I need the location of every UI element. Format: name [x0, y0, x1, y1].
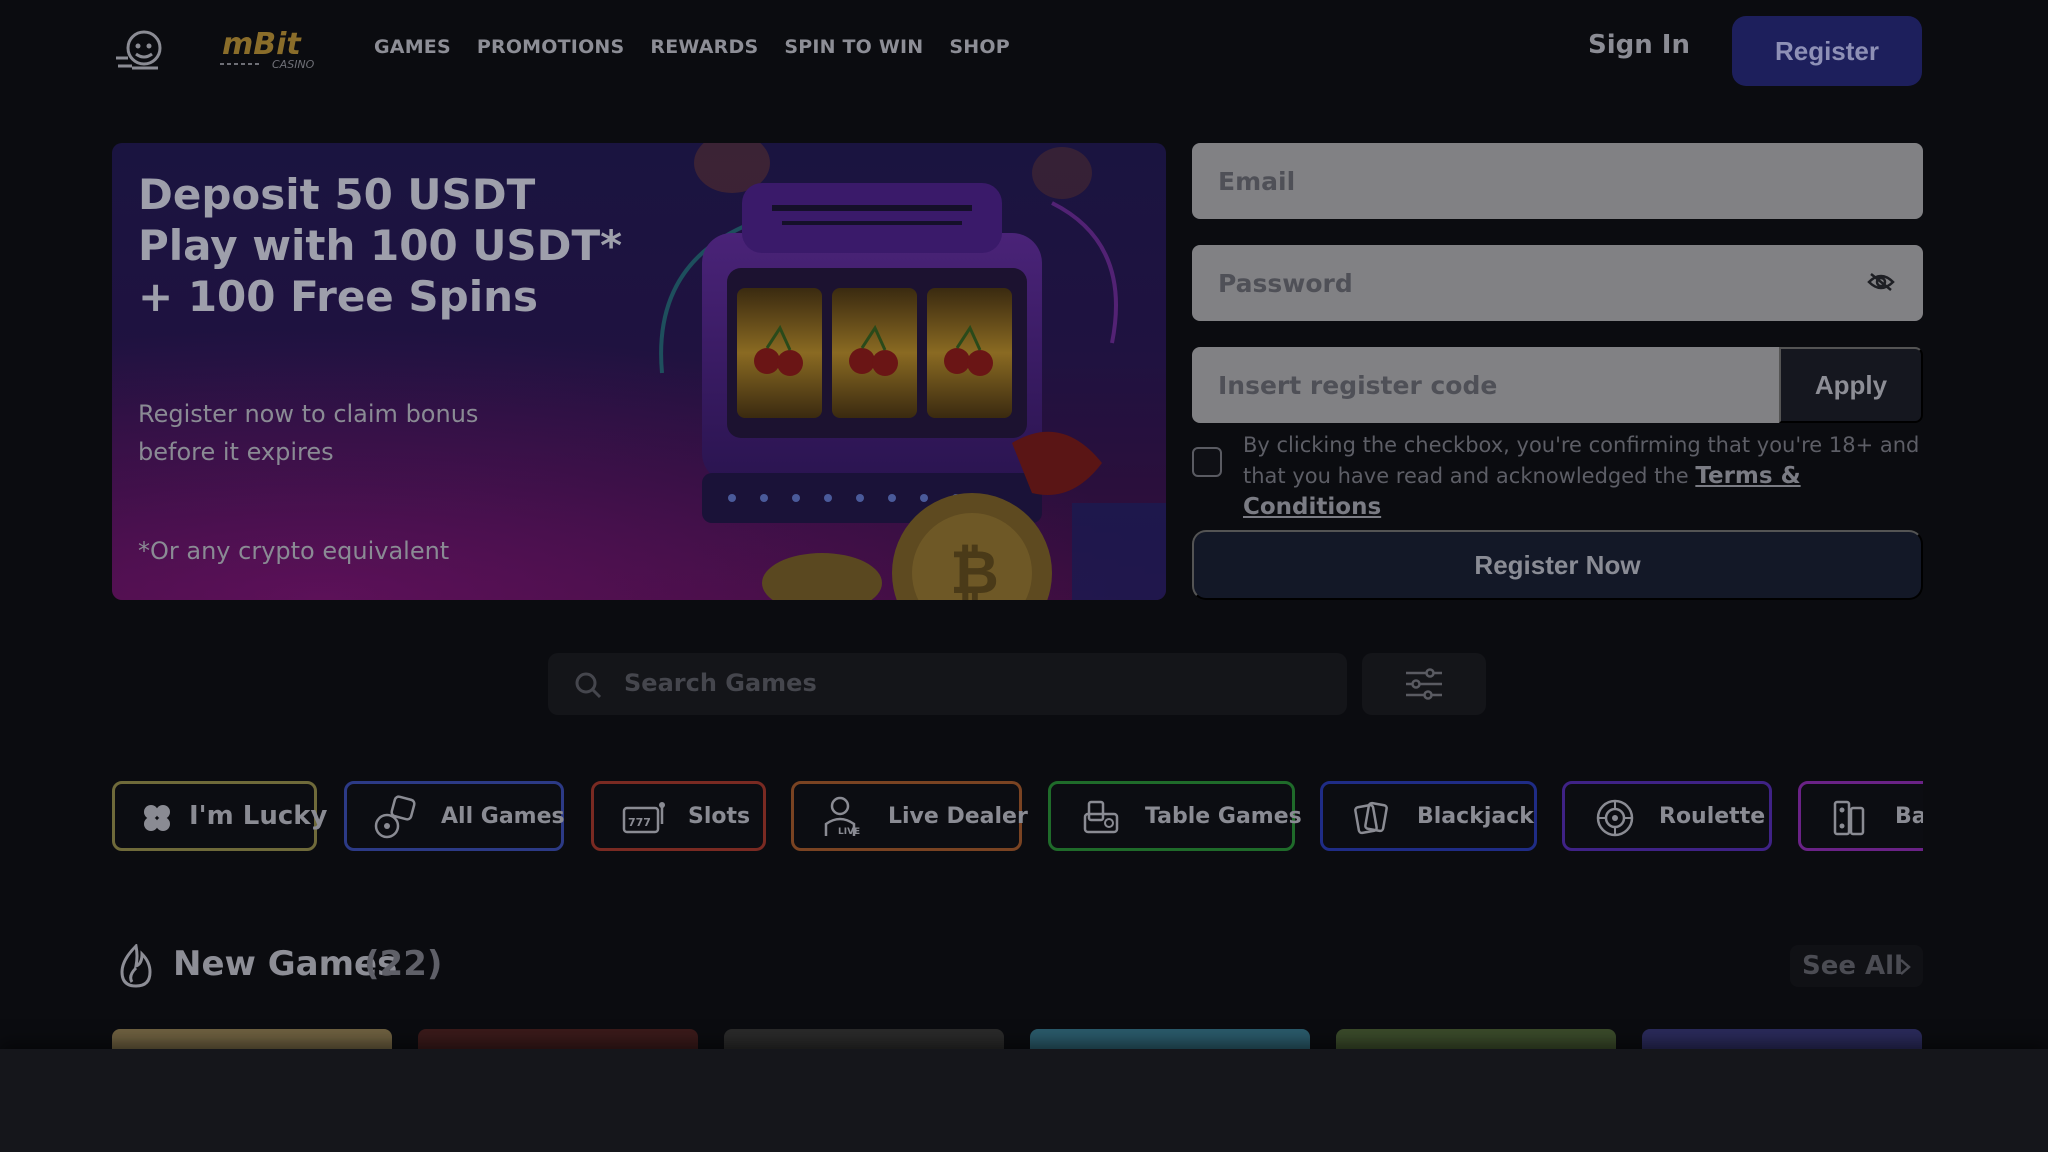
see-all-label: See All	[1802, 951, 1903, 981]
nav-spin-to-win[interactable]: SPIN TO WIN	[784, 36, 923, 58]
new-games-count: (22)	[364, 944, 443, 984]
flame-icon	[120, 944, 152, 988]
chip-label: Bac	[1895, 803, 1923, 829]
banner-title: Deposit 50 USDT Play with 100 USDT* + 10…	[138, 169, 638, 322]
clover-icon	[144, 805, 170, 831]
new-games-carousel	[112, 1029, 1923, 1049]
mascot-logo-icon[interactable]	[114, 28, 166, 72]
svg-text:LIVE: LIVE	[838, 827, 860, 837]
banner-title-line-2: Play with 100 USDT*	[138, 221, 623, 270]
terms-text: By clicking the checkbox, you're confirm…	[1243, 430, 1933, 523]
chip-label: Roulette	[1659, 803, 1766, 829]
chip-all-games[interactable]: All Games	[344, 781, 565, 851]
eye-hidden-icon[interactable]	[1867, 271, 1895, 293]
brand-logo[interactable]: mBit CASINO	[220, 24, 324, 72]
promo-banner[interactable]: ₿ Deposit 50 USDT Play with 100 USDT* + …	[112, 143, 1166, 600]
password-field[interactable]: Password	[1192, 245, 1923, 321]
banner-title-line-3: + 100 Free Spins	[138, 272, 539, 321]
email-field[interactable]: Email	[1192, 143, 1923, 219]
chip-label: Table Games	[1145, 803, 1302, 829]
banner-subtitle: Register now to claim bonus before it ex…	[138, 400, 479, 466]
game-thumbnail[interactable]	[418, 1029, 698, 1049]
terms-statement: By clicking the checkbox, you're confirm…	[1243, 433, 1920, 488]
chip-roulette[interactable]: Roulette	[1562, 781, 1772, 851]
terms-checkbox[interactable]	[1192, 447, 1222, 477]
sliders-icon	[1406, 668, 1442, 700]
register-button[interactable]: Register	[1732, 16, 1922, 86]
bottom-overlay-panel	[0, 1049, 2048, 1152]
register-code-placeholder: Insert register code	[1218, 370, 1498, 400]
svg-text:₿: ₿	[950, 538, 999, 600]
search-games-input[interactable]: Search Games	[548, 653, 1347, 715]
register-now-button[interactable]: Register Now	[1192, 530, 1923, 600]
chip-live-dealer[interactable]: LIVE Live Dealer	[791, 781, 1028, 851]
search-placeholder: Search Games	[624, 669, 817, 697]
chip-im-lucky[interactable]: I'm Lucky	[112, 781, 328, 851]
email-placeholder: Email	[1218, 166, 1296, 196]
filter-button[interactable]	[1362, 653, 1486, 715]
nav-shop[interactable]: SHOP	[949, 36, 1009, 58]
category-chips: I'm Lucky All Games 777 Slots LIVE Live …	[112, 781, 1923, 853]
svg-text:CASINO: CASINO	[272, 58, 315, 71]
game-thumbnail[interactable]	[1336, 1029, 1616, 1049]
chip-slots[interactable]: 777 Slots	[591, 781, 766, 851]
dice-icon	[374, 795, 416, 839]
chip-baccarat[interactable]: Bac	[1798, 781, 1923, 851]
live-dealer-icon: LIVE	[824, 796, 860, 837]
register-code-field[interactable]: Insert register code	[1192, 347, 1779, 423]
password-placeholder: Password	[1218, 268, 1353, 298]
nav-games[interactable]: GAMES	[374, 36, 451, 58]
header: mBit CASINO GAMES PROMOTIONS REWARDS SPI…	[0, 0, 2048, 100]
nav-promotions[interactable]: PROMOTIONS	[477, 36, 625, 58]
chip-label: Blackjack	[1417, 803, 1534, 829]
baccarat-icon	[1833, 800, 1865, 836]
banner-footnote: *Or any crypto equivalent	[138, 537, 450, 565]
search-icon	[575, 672, 602, 699]
chip-table-games[interactable]: Table Games	[1048, 781, 1302, 851]
chip-blackjack[interactable]: Blackjack	[1320, 781, 1537, 851]
svg-text:777: 777	[628, 816, 651, 829]
slot-machine-illustration: ₿	[659, 143, 1166, 600]
game-thumbnail[interactable]	[1030, 1029, 1310, 1049]
table-games-icon	[1083, 800, 1119, 834]
roulette-icon	[1596, 799, 1634, 837]
game-thumbnail[interactable]	[1642, 1029, 1922, 1049]
sign-in-button[interactable]: Sign In	[1588, 30, 1690, 60]
svg-text:mBit: mBit	[222, 27, 302, 62]
cards-icon	[1354, 801, 1388, 835]
nav-rewards[interactable]: REWARDS	[650, 36, 758, 58]
game-thumbnail[interactable]	[724, 1029, 1004, 1049]
game-thumbnail[interactable]	[112, 1029, 392, 1049]
chip-label: I'm Lucky	[189, 801, 328, 831]
slot-machine-icon: 777	[622, 802, 665, 834]
chip-label: All Games	[441, 803, 565, 829]
see-all-button[interactable]: See All	[1790, 945, 1923, 987]
chip-label: Live Dealer	[888, 803, 1028, 829]
chevron-right-icon	[1900, 959, 1911, 975]
chip-label: Slots	[688, 803, 751, 829]
main-nav: GAMES PROMOTIONS REWARDS SPIN TO WIN SHO…	[374, 36, 1010, 58]
banner-title-line-1: Deposit 50 USDT	[138, 170, 536, 219]
apply-code-button[interactable]: Apply	[1779, 347, 1923, 423]
